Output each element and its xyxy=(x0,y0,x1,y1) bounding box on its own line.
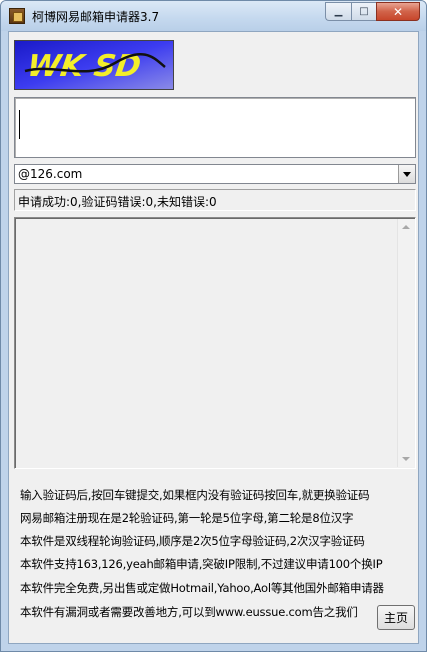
scroll-up-icon[interactable] xyxy=(398,219,414,235)
window-controls: ▁ □ ✕ xyxy=(325,2,420,21)
info-line: 本软件是双线程轮询验证码,顺序是2次5位字母验证码,2次汉字验证码 xyxy=(20,534,365,548)
domain-select[interactable]: @126.com xyxy=(14,164,416,184)
log-scrollbar[interactable] xyxy=(397,219,414,467)
status-text: 申请成功:0,验证码错误:0,未知错误:0 xyxy=(18,195,217,209)
maximize-button[interactable]: □ xyxy=(351,2,376,21)
window-title: 柯博网易邮箱申请器3.7 xyxy=(32,10,160,24)
log-textarea[interactable] xyxy=(14,217,416,469)
info-line: 输入验证码后,按回车键提交,如果框内没有验证码按回车,就更换验证码 xyxy=(20,488,370,502)
app-icon xyxy=(9,8,25,24)
captcha-text: WK SD xyxy=(25,49,143,84)
client-area: WK SD @126.com 申请成功:0,验证码错误:0,未知错误:0 输入验… xyxy=(8,31,419,644)
home-button[interactable]: 主页 xyxy=(377,605,415,630)
domain-select-value: @126.com xyxy=(18,167,83,181)
maximize-icon: □ xyxy=(359,6,369,17)
info-line: 本软件完全免费,另出售或定做Hotmail,Yahoo,Aol等其他国外邮箱申请… xyxy=(20,581,384,595)
minimize-icon: ▁ xyxy=(334,6,343,17)
chevron-down-icon[interactable] xyxy=(398,165,415,183)
info-line: 本软件支持163,126,yeah邮箱申请,突破IP限制,不过建议申请100个换… xyxy=(20,557,383,571)
scroll-down-icon[interactable] xyxy=(398,451,414,467)
status-panel: 申请成功:0,验证码错误:0,未知错误:0 xyxy=(14,189,416,211)
minimize-button[interactable]: ▁ xyxy=(325,2,351,21)
text-caret xyxy=(19,110,20,139)
app-window: 柯博网易邮箱申请器3.7 ▁ □ ✕ WK SD @126.com 申请成功:0… xyxy=(0,0,427,652)
captcha-code-input[interactable] xyxy=(14,97,416,158)
captcha-graphic: WK SD xyxy=(15,41,173,89)
close-icon: ✕ xyxy=(392,4,404,19)
close-button[interactable]: ✕ xyxy=(376,2,420,21)
captcha-image[interactable]: WK SD xyxy=(14,40,174,90)
info-line: 本软件有漏洞或者需要改善地方,可以到www.eussue.com告之我们 xyxy=(20,605,358,619)
title-bar[interactable]: 柯博网易邮箱申请器3.7 ▁ □ ✕ xyxy=(1,1,426,31)
info-line: 网易邮箱注册现在是2轮验证码,第一轮是5位字母,第二轮是8位汉字 xyxy=(20,511,354,525)
